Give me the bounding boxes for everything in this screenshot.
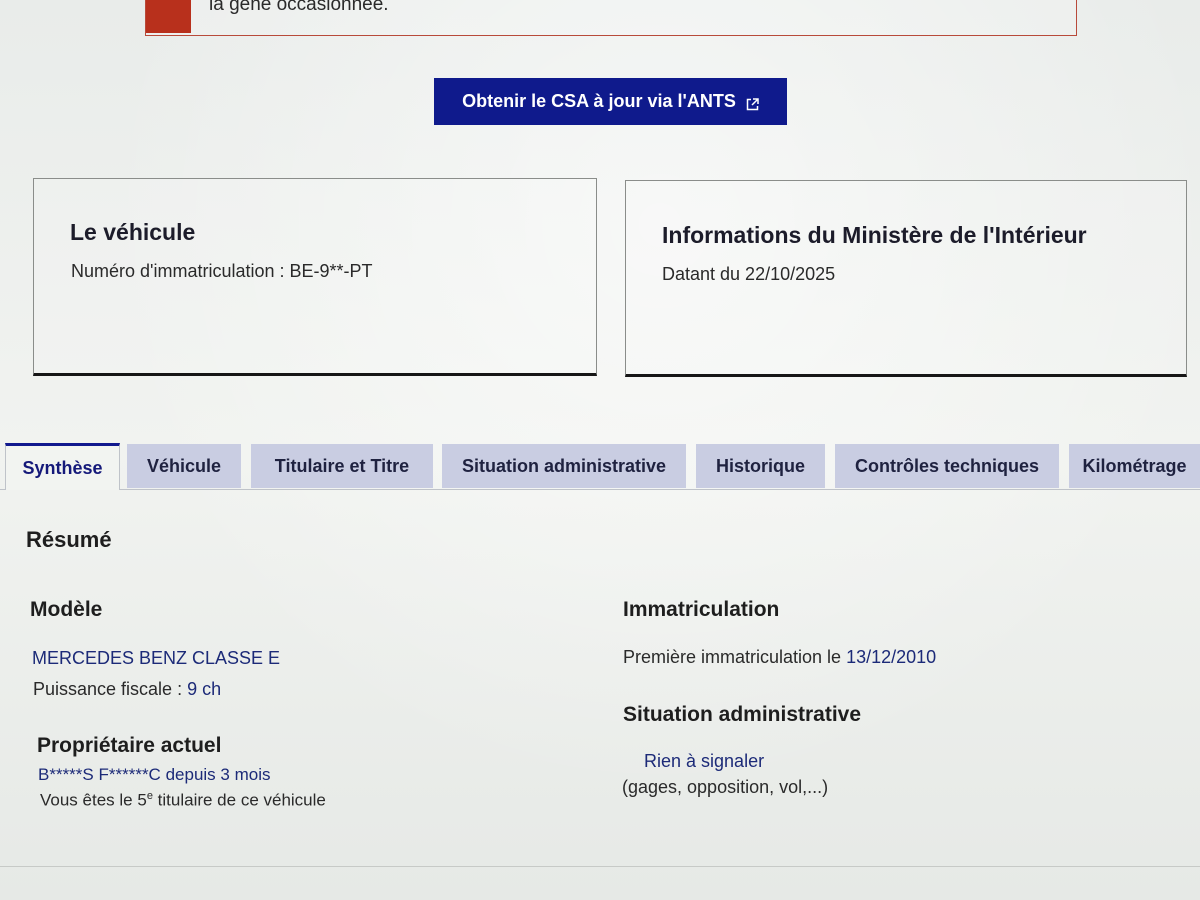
vehicle-card-title: Le véhicule	[70, 219, 196, 245]
tab-bar: Synthèse Véhicule Titulaire et Titre Sit…	[0, 443, 1200, 490]
alert-text: la gêne occasionnée.	[209, 0, 389, 15]
ants-csa-button[interactable]: Obtenir le CSA à jour via l'ANTS	[434, 78, 787, 125]
first-registration-label: Première immatriculation le	[623, 647, 847, 667]
ministry-card-title: Informations du Ministère de l'Intérieur	[662, 222, 1087, 248]
tab-synthese[interactable]: Synthèse	[5, 443, 120, 490]
alert-accent-bar	[146, 0, 191, 33]
holder-prefix: Vous êtes le 5	[40, 790, 147, 810]
tab-titulaire-titre[interactable]: Titulaire et Titre	[251, 444, 433, 488]
admin-status: Rien à signaler	[644, 751, 765, 771]
fiscal-power-value: 9 ch	[187, 679, 222, 699]
ministry-date: Datant du 22/10/2025	[662, 264, 836, 284]
tab-controles-techniques[interactable]: Contrôles techniques	[835, 444, 1059, 488]
admin-heading: Situation administrative	[623, 703, 862, 726]
model-name: MERCEDES BENZ CLASSE E	[32, 648, 281, 668]
first-registration-date: 13/12/2010	[846, 647, 937, 667]
ants-csa-button-label: Obtenir le CSA à jour via l'ANTS	[462, 91, 736, 111]
fiscal-power-label: Puissance fiscale :	[33, 679, 188, 699]
tab-kilometrage[interactable]: Kilométrage	[1069, 444, 1200, 488]
first-registration: Première immatriculation le 13/12/2010	[623, 647, 936, 668]
owner-line: B*****S F******C depuis 3 mois	[38, 765, 270, 785]
owner-name: B*****S F******C	[38, 765, 161, 784]
external-link-icon	[746, 95, 759, 111]
admin-details: (gages, opposition, vol,...)	[622, 777, 829, 797]
tab-historique[interactable]: Historique	[696, 444, 825, 488]
tab-vehicule[interactable]: Véhicule	[127, 444, 241, 488]
owner-heading: Propriétaire actuel	[37, 734, 222, 757]
registration-heading: Immatriculation	[623, 598, 780, 621]
holder-suffix: titulaire de ce véhicule	[152, 790, 326, 810]
tab-situation-administrative[interactable]: Situation administrative	[442, 444, 686, 488]
registration-number: Numéro d'immatriculation : BE-9**-PT	[71, 261, 373, 281]
ministry-card: Informations du Ministère de l'Intérieur…	[625, 180, 1187, 377]
owner-since: depuis 3 mois	[165, 765, 271, 784]
holder-rank: Vous êtes le 5e titulaire de ce véhicule	[40, 790, 326, 811]
vehicle-card: Le véhicule Numéro d'immatriculation : B…	[33, 178, 597, 376]
summary-title: Résumé	[26, 527, 112, 552]
alert-box: la gêne occasionnée.	[145, 0, 1077, 36]
model-heading: Modèle	[30, 598, 103, 621]
content-bottom-divider	[0, 866, 1200, 867]
fiscal-power: Puissance fiscale : 9 ch	[33, 679, 221, 700]
